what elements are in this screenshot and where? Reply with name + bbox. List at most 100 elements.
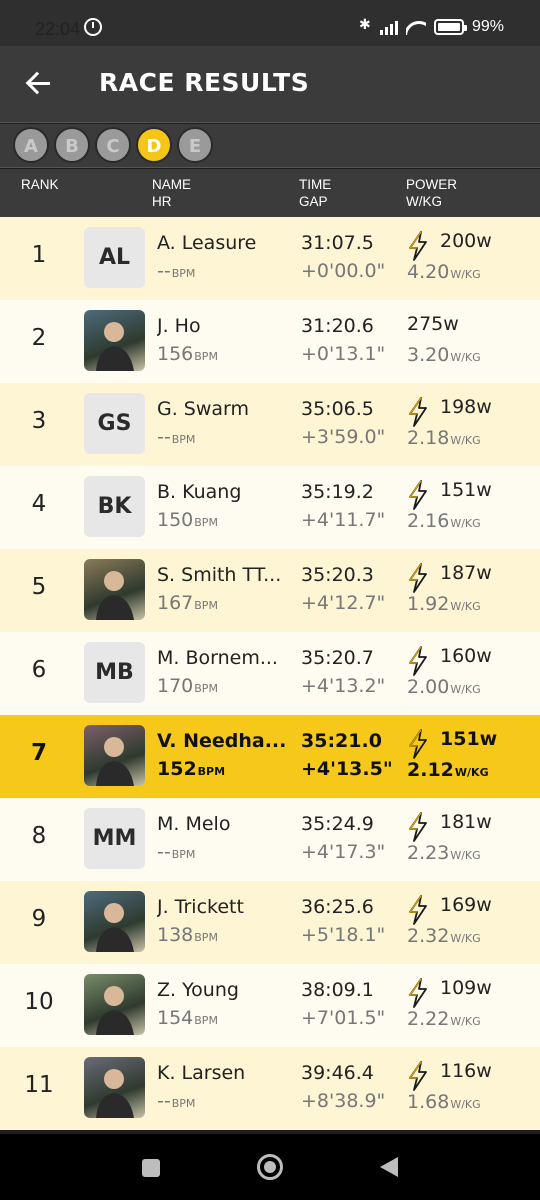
rider-name[interactable]: V. Needha... bbox=[157, 730, 286, 752]
wkg-unit: W/KG bbox=[450, 351, 481, 364]
avatar-photo[interactable] bbox=[84, 1057, 145, 1118]
result-row[interactable]: 10 Z. Young 154BPM 38:09.1 +7'01.5" 109w 2.22W… bbox=[0, 964, 540, 1047]
wkg-value: 1.68 bbox=[407, 1091, 450, 1113]
race-time: 31:07.5 bbox=[301, 232, 374, 254]
bpm-unit: BPM bbox=[197, 765, 226, 778]
rider-name[interactable]: S. Smith TT... bbox=[157, 564, 281, 586]
category-e-button[interactable]: E bbox=[177, 127, 213, 163]
wkg-unit: W/KG bbox=[450, 434, 481, 447]
rank: 4 bbox=[31, 491, 47, 517]
avatar-photo[interactable] bbox=[84, 559, 145, 620]
rider-name[interactable]: G. Swarm bbox=[157, 398, 249, 420]
race-time: 35:21.0 bbox=[301, 730, 382, 752]
race-time: 31:20.6 bbox=[301, 315, 374, 337]
time-gap: +4'12.7" bbox=[301, 592, 386, 614]
result-row[interactable]: 6 MB M. Bornem... 170BPM 35:20.7 +4'13.2" 160w… bbox=[0, 632, 540, 715]
category-a-button[interactable]: A bbox=[13, 127, 49, 163]
avatar-photo[interactable] bbox=[84, 891, 145, 952]
wkg-unit: W/KG bbox=[450, 268, 481, 281]
avatar-photo[interactable] bbox=[84, 725, 145, 786]
avatar-initials: MB bbox=[95, 660, 134, 685]
results-list: 1 AL A. Leasure --BPM 31:07.5 +0'00.0" 200w 4.2… bbox=[0, 217, 540, 1130]
power-value: 187w bbox=[440, 562, 492, 584]
bpm-unit: BPM bbox=[194, 682, 218, 695]
result-row[interactable]: 3 GS G. Swarm --BPM 35:06.5 +3'59.0" 198w 2.18W… bbox=[0, 383, 540, 466]
heart-rate-value: -- bbox=[157, 260, 171, 282]
power-value: 275w bbox=[407, 313, 459, 335]
wkg-value: 2.16 bbox=[407, 510, 450, 532]
watts-per-kg: 2.00W/KG bbox=[407, 676, 481, 698]
avatar-initials: GS bbox=[97, 411, 132, 436]
rider-name[interactable]: B. Kuang bbox=[157, 481, 241, 503]
race-time: 39:46.4 bbox=[301, 1062, 374, 1084]
avatar-photo[interactable] bbox=[84, 310, 145, 371]
race-time: 38:09.1 bbox=[301, 979, 374, 1001]
time-gap: +4'13.5" bbox=[301, 758, 393, 780]
time-gap: +4'13.2" bbox=[301, 675, 386, 697]
avatar[interactable]: MM bbox=[84, 808, 145, 869]
rank: 3 bbox=[31, 408, 47, 434]
avatar[interactable]: MB bbox=[84, 642, 145, 703]
watts-per-kg: 1.68W/KG bbox=[407, 1091, 481, 1113]
rider-name[interactable]: Z. Young bbox=[157, 979, 239, 1001]
result-row[interactable]: 9 J. Trickett 138BPM 36:25.6 +5'18.1" 169w 2.3… bbox=[0, 881, 540, 964]
bpm-unit: BPM bbox=[194, 599, 218, 612]
lightning-icon bbox=[407, 563, 429, 593]
avatar-initials: AL bbox=[98, 245, 131, 270]
wkg-unit: W/KG bbox=[450, 1098, 481, 1111]
category-c-button[interactable]: C bbox=[95, 127, 131, 163]
rank: 8 bbox=[31, 823, 47, 849]
result-row[interactable]: 4 BK B. Kuang 150BPM 35:19.2 +4'11.7" 151w 2.16… bbox=[0, 466, 540, 549]
avatar-photo[interactable] bbox=[84, 974, 145, 1035]
column-header: RANK NAME HR TIME GAP POWER W/KG bbox=[0, 169, 540, 217]
home-icon[interactable] bbox=[257, 1154, 283, 1180]
rider-name[interactable]: J. Trickett bbox=[157, 896, 244, 918]
result-row[interactable]: 8 MM M. Melo --BPM 35:24.9 +4'17.3" 181w 2.23W/… bbox=[0, 798, 540, 881]
avatar[interactable]: GS bbox=[84, 393, 145, 454]
result-row[interactable]: 7 V. Needha... 152BPM 35:21.0 +4'13.5" 151w 2.… bbox=[0, 715, 540, 798]
rider-name[interactable]: A. Leasure bbox=[157, 232, 256, 254]
result-row[interactable]: 1 AL A. Leasure --BPM 31:07.5 +0'00.0" 200w 4.2… bbox=[0, 217, 540, 300]
category-filter: ABCDE bbox=[0, 124, 540, 168]
back-arrow-icon[interactable] bbox=[24, 68, 54, 98]
heart-rate: 152BPM bbox=[157, 758, 225, 780]
rider-name[interactable]: K. Larsen bbox=[157, 1062, 245, 1084]
result-row[interactable]: 5 S. Smith TT... 167BPM 35:20.3 +4'12.7" 187w… bbox=[0, 549, 540, 632]
wkg-value: 3.20 bbox=[407, 344, 450, 366]
power-value: 151w bbox=[440, 479, 492, 501]
rank: 6 bbox=[31, 657, 47, 683]
column-rank: RANK bbox=[21, 177, 59, 192]
time-gap: +3'59.0" bbox=[301, 426, 386, 448]
bpm-unit: BPM bbox=[171, 848, 196, 861]
wkg-value: 2.32 bbox=[407, 925, 450, 947]
race-time: 35:06.5 bbox=[301, 398, 374, 420]
wkg-unit: W/KG bbox=[450, 932, 481, 945]
category-b-button[interactable]: B bbox=[54, 127, 90, 163]
rider-name[interactable]: J. Ho bbox=[157, 315, 201, 337]
result-row[interactable]: 11 K. Larsen --BPM 39:46.4 +8'38.9" 116w 1.68W… bbox=[0, 1047, 540, 1130]
rider-name[interactable]: M. Melo bbox=[157, 813, 230, 835]
heart-rate-value: 150 bbox=[157, 509, 194, 531]
heart-rate: 170BPM bbox=[157, 675, 218, 697]
back-icon[interactable] bbox=[380, 1157, 398, 1177]
time-gap: +8'38.9" bbox=[301, 1090, 386, 1112]
wkg-unit: W/KG bbox=[450, 683, 481, 696]
wkg-unit: W/KG bbox=[450, 600, 481, 613]
rank: 11 bbox=[24, 1072, 54, 1098]
result-row[interactable]: 2 J. Ho 156BPM 31:20.6 +0'13.1" 275w 3.20W/KG bbox=[0, 300, 540, 383]
category-d-button[interactable]: D bbox=[136, 127, 172, 163]
time-gap: +4'17.3" bbox=[301, 841, 386, 863]
rider-name[interactable]: M. Bornem... bbox=[157, 647, 278, 669]
watts-per-kg: 1.92W/KG bbox=[407, 593, 481, 615]
avatar[interactable]: AL bbox=[84, 227, 145, 288]
wkg-unit: W/KG bbox=[450, 1015, 481, 1028]
alarm-icon bbox=[84, 18, 102, 36]
recents-icon[interactable] bbox=[142, 1159, 160, 1177]
watts-per-kg: 2.23W/KG bbox=[407, 842, 481, 864]
avatar[interactable]: BK bbox=[84, 476, 145, 537]
lightning-icon bbox=[407, 646, 429, 676]
heart-rate: 154BPM bbox=[157, 1007, 218, 1029]
wkg-unit: W/KG bbox=[450, 849, 481, 862]
heart-rate: --BPM bbox=[157, 426, 195, 448]
column-hr: HR bbox=[152, 194, 172, 209]
